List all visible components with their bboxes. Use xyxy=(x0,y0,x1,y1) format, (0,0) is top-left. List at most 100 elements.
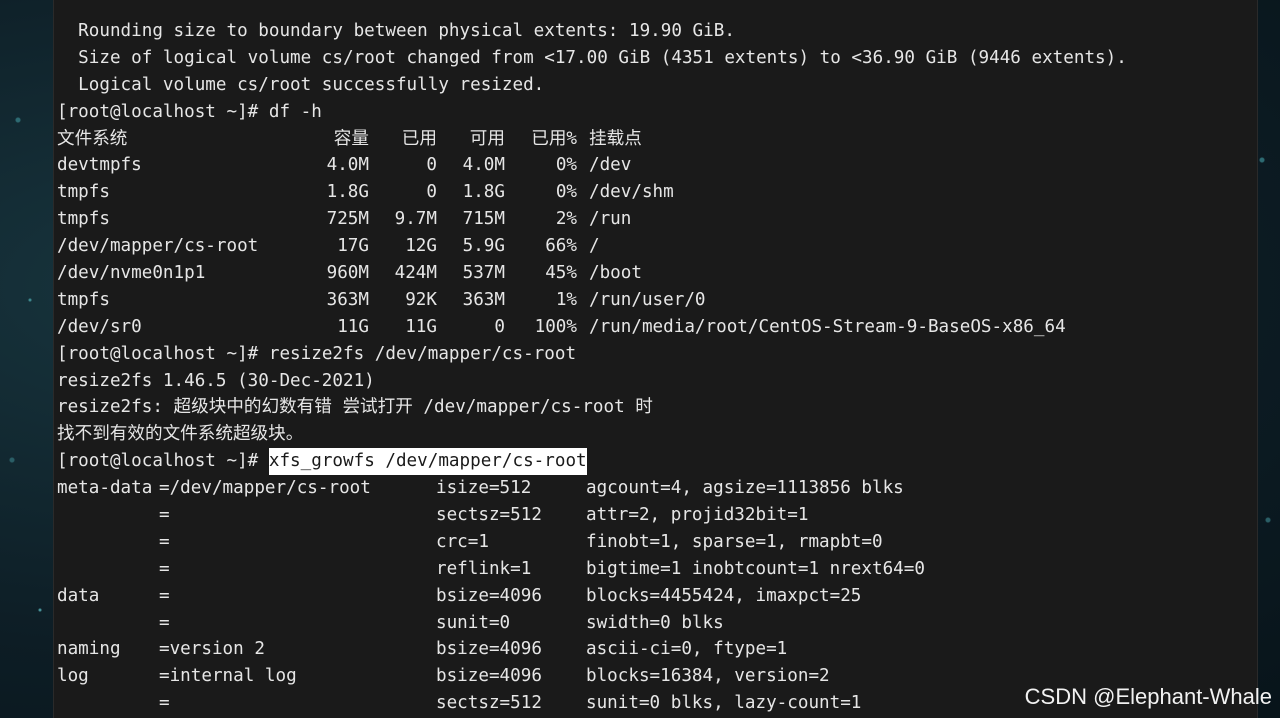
xfs-value: =/dev/mapper/cs-root xyxy=(159,478,371,499)
df-mount: / xyxy=(589,236,600,257)
xfs-section: log xyxy=(57,666,89,687)
xfs-section: meta-data xyxy=(57,478,153,499)
xfs-value: = xyxy=(159,693,170,714)
df-used: 0 xyxy=(426,182,437,203)
df-mount: /run/user/0 xyxy=(589,289,706,310)
shell-prompt: [root@localhost ~]# xyxy=(57,451,269,472)
shell-prompt: [root@localhost ~]# xyxy=(57,101,269,122)
xfs-extra: blocks=4455424, imaxpct=25 xyxy=(586,585,862,606)
xfs-info-row: = sectsz=512 attr=2, projid32bit=1 xyxy=(57,502,1257,529)
xfs-growfs-command-line: [root@localhost ~]# xfs_growfs /dev/mapp… xyxy=(57,448,1257,476)
df-use-percent: 0% xyxy=(555,155,577,176)
resize2fs-command: resize2fs /dev/mapper/cs-root xyxy=(268,343,577,364)
lvextend-output-line: Logical volume cs/root successfully resi… xyxy=(57,74,545,95)
df-used: 12G xyxy=(405,236,437,257)
df-row: devtmpfs 4.0M 0 4.0M 0% /dev xyxy=(57,152,1257,179)
xfs-info-row: = sunit=0 swidth=0 blks xyxy=(57,610,1257,637)
df-mount: /boot xyxy=(589,263,642,284)
xfs-section xyxy=(57,502,159,529)
df-header-used: 已用 xyxy=(401,128,437,149)
resize2fs-output-line: resize2fs 1.46.5 (30-Dec-2021) xyxy=(57,370,375,391)
df-used: 424M xyxy=(394,263,437,284)
xfs-value: =version 2 xyxy=(159,639,265,660)
df-used: 92K xyxy=(405,289,437,310)
xfs-info-row: data = bsize=4096 blocks=4455424, imaxpct=2… xyxy=(57,583,1257,610)
df-mount: /dev/shm xyxy=(589,182,674,203)
xfs-param: crc=1 xyxy=(436,531,489,552)
df-row: tmpfs 1.8G 0 1.8G 0% /dev/shm xyxy=(57,179,1257,206)
xfs-extra: sunit=0 blks, lazy-count=1 xyxy=(586,693,862,714)
df-header-row: 文件系统 容量 已用 可用 已用% 挂载点 xyxy=(57,126,1257,153)
df-filesystem: tmpfs xyxy=(57,209,110,230)
df-use-percent: 45% xyxy=(545,263,577,284)
xfs-param: bsize=4096 xyxy=(436,639,542,660)
resize2fs-command-line: [root@localhost ~]# resize2fs /dev/mappe… xyxy=(57,341,1257,368)
df-filesystem: tmpfs xyxy=(57,289,110,310)
watermark: CSDN @Elephant-Whale xyxy=(1024,684,1272,709)
df-row: /dev/nvme0n1p1 960M 424M 537M 45% /boot xyxy=(57,260,1257,287)
df-header-filesystem: 文件系统 xyxy=(57,128,128,149)
xfs-param: isize=512 xyxy=(436,478,532,499)
df-size: 4.0M xyxy=(326,155,369,176)
shell-prompt: [root@localhost ~]# xyxy=(57,343,269,364)
xfs-section xyxy=(57,690,159,717)
xfs-info-row: naming =version 2 bsize=4096 ascii-ci=0, ft… xyxy=(57,636,1257,663)
xfs-param: reflink=1 xyxy=(436,558,532,579)
xfs-value: =internal log xyxy=(159,666,297,687)
xfs-section: naming xyxy=(57,639,121,660)
xfs-section xyxy=(57,610,159,637)
df-header-use-percent: 已用% xyxy=(531,128,577,149)
df-size: 1.8G xyxy=(326,182,369,203)
xfs-section xyxy=(57,529,159,556)
df-row: /dev/sr0 11G 11G 0 100% /run/media/root/CentO… xyxy=(57,314,1257,341)
df-size: 17G xyxy=(337,236,369,257)
df-use-percent: 100% xyxy=(534,316,577,337)
df-row: tmpfs 363M 92K 363M 1% /run/user/0 xyxy=(57,287,1257,314)
df-filesystem: tmpfs xyxy=(57,182,110,203)
xfs-section xyxy=(57,556,159,583)
df-used: 11G xyxy=(405,316,437,337)
df-use-percent: 0% xyxy=(555,182,577,203)
xfs-info-row: = reflink=1 bigtime=1 inobtcount=1 nrext64… xyxy=(57,556,1257,583)
xfs-extra: swidth=0 blks xyxy=(586,612,724,633)
df-avail: 363M xyxy=(462,289,505,310)
xfs-section: data xyxy=(57,585,100,606)
df-avail: 1.8G xyxy=(462,182,505,203)
df-used: 9.7M xyxy=(394,209,437,230)
xfs-extra: agcount=4, agsize=1113856 blks xyxy=(586,478,904,499)
df-use-percent: 2% xyxy=(555,209,577,230)
df-mount: /run/media/root/CentOS-Stream-9-BaseOS-x… xyxy=(589,316,1066,337)
df-filesystem: /dev/nvme0n1p1 xyxy=(57,263,206,284)
xfs-extra: attr=2, projid32bit=1 xyxy=(586,505,809,526)
df-avail: 0 xyxy=(494,316,505,337)
xfs-param: sectsz=512 xyxy=(436,505,542,526)
df-avail: 537M xyxy=(462,263,505,284)
lvextend-output-line: Rounding size to boundary between physic… xyxy=(57,21,735,41)
xfs-extra: finobt=1, sparse=1, rmapbt=0 xyxy=(586,531,883,552)
df-size: 363M xyxy=(326,289,369,310)
terminal-window[interactable]: Rounding size to boundary between physic… xyxy=(53,0,1258,718)
df-command: df -h xyxy=(268,101,322,122)
xfs-value: = xyxy=(159,558,170,579)
df-size: 960M xyxy=(326,263,369,284)
xfs-info-row: = crc=1 finobt=1, sparse=1, rmapbt=0 xyxy=(57,529,1257,556)
df-use-percent: 66% xyxy=(545,236,577,257)
xfs-value: = xyxy=(159,585,170,606)
xfs-param: bsize=4096 xyxy=(436,585,542,606)
df-filesystem: /dev/sr0 xyxy=(57,316,142,337)
desktop-background: Rounding size to boundary between physic… xyxy=(0,0,1280,718)
xfs-value: = xyxy=(159,505,170,526)
xfs-extra: blocks=16384, version=2 xyxy=(586,666,830,687)
df-mount: /run xyxy=(589,209,632,230)
xfs-param: sectsz=512 xyxy=(436,693,542,714)
resize2fs-error-line: resize2fs: 超级块中的幻数有错 尝试打开 /dev/mapper/cs… xyxy=(57,397,653,418)
df-avail: 4.0M xyxy=(462,155,505,176)
xfs-growfs-command-selected[interactable]: xfs_growfs /dev/mapper/cs-root xyxy=(268,448,587,476)
xfs-value: = xyxy=(159,612,170,633)
xfs-extra: ascii-ci=0, ftype=1 xyxy=(586,639,788,660)
df-mount: /dev xyxy=(589,155,632,176)
df-size: 725M xyxy=(326,209,369,230)
df-header-avail: 可用 xyxy=(469,128,505,149)
xfs-value: = xyxy=(159,531,170,552)
df-avail: 5.9G xyxy=(462,236,505,257)
